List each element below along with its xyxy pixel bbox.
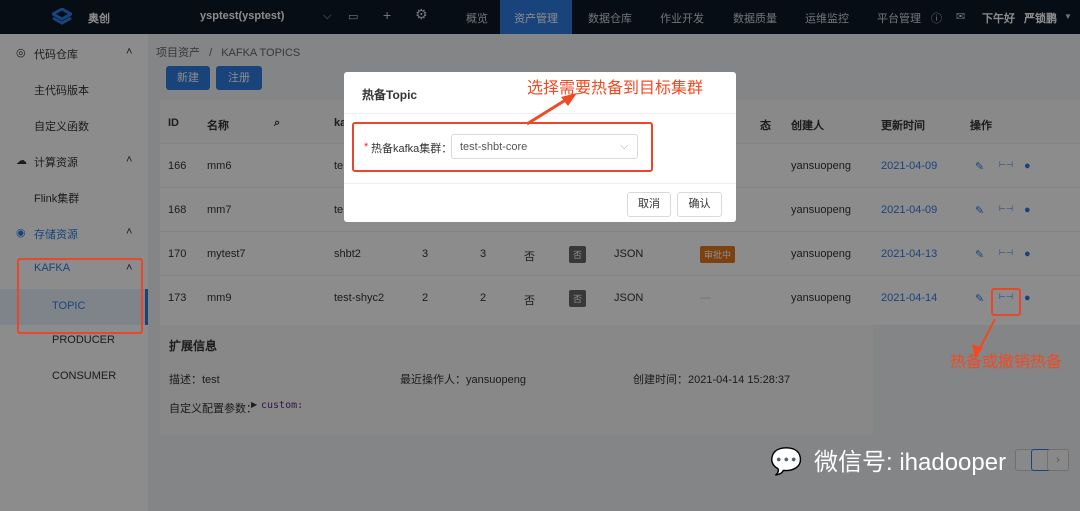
annotation-arrows <box>526 93 996 358</box>
watermark-text: 微信号: ihadooper <box>814 449 1007 476</box>
watermark: 💬 微信号: ihadooper <box>770 442 1006 477</box>
arrow-top-head <box>561 93 577 106</box>
wechat-icon: 💬 <box>770 446 803 476</box>
arrow-right <box>977 318 996 353</box>
